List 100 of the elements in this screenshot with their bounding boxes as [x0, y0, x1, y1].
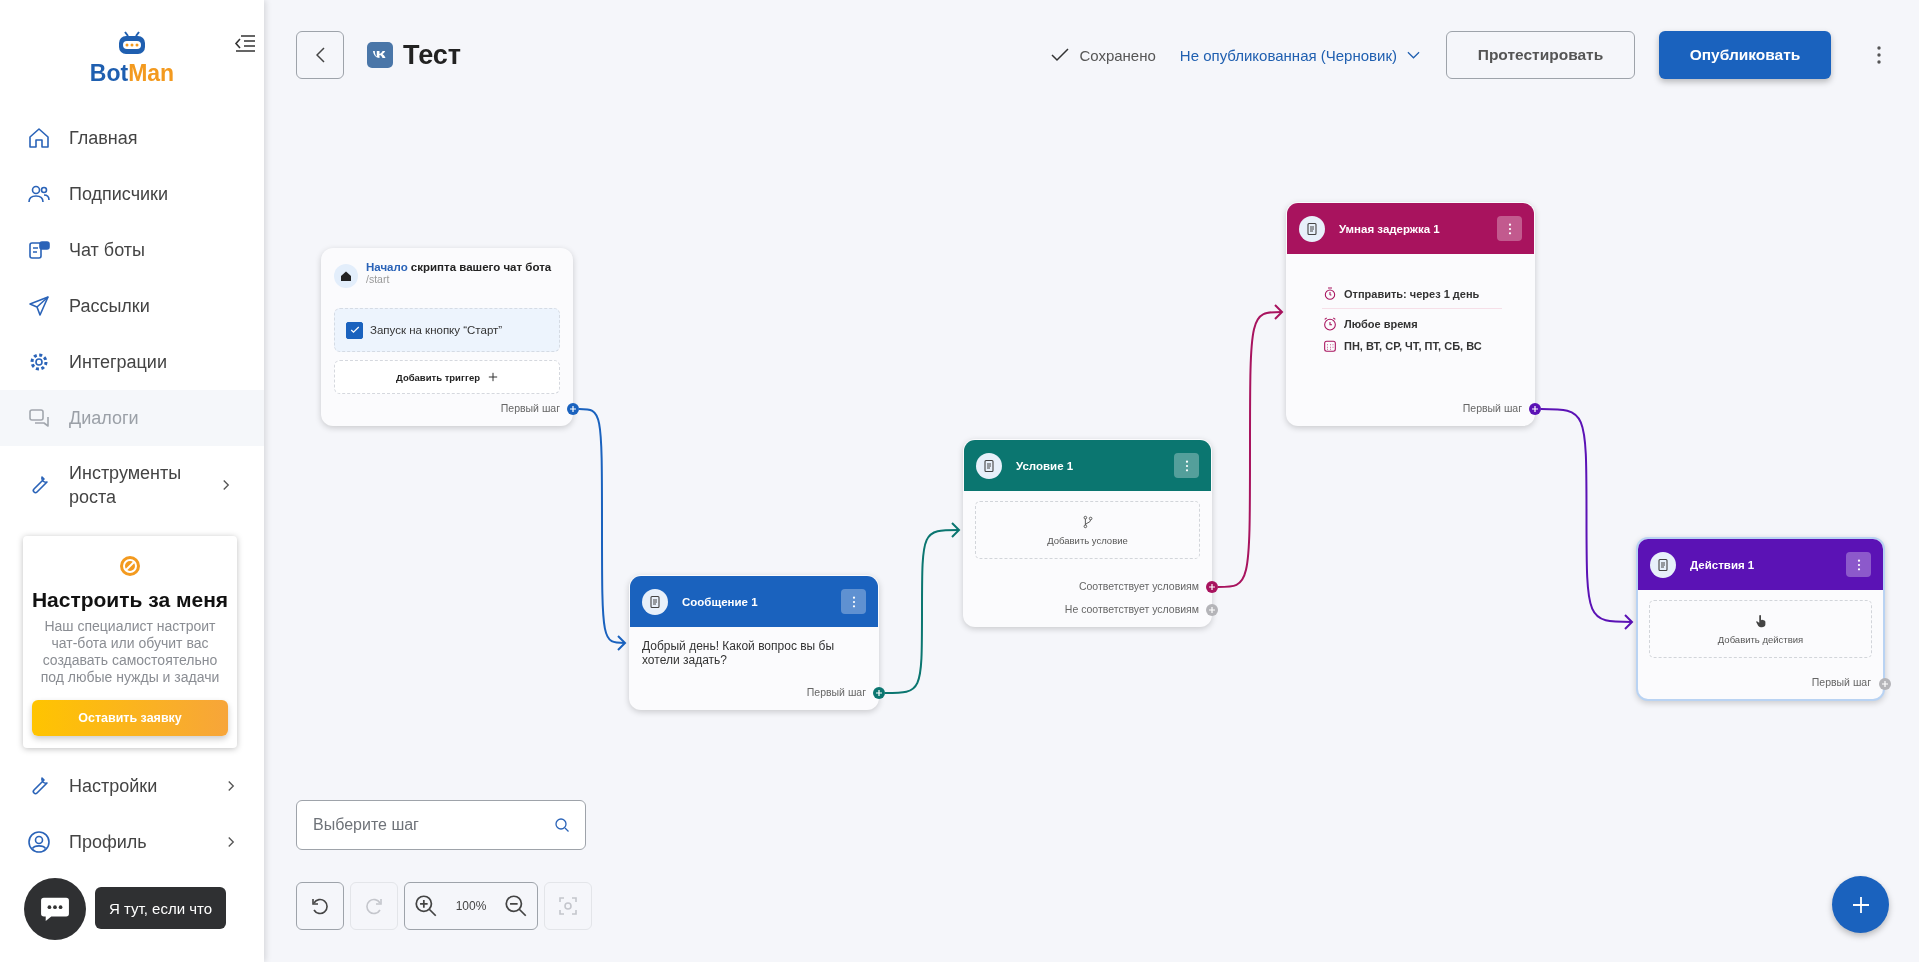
add-port-handle[interactable]: [1879, 678, 1891, 690]
node-title: Умная задержка 1: [1339, 222, 1441, 235]
more-vertical-icon: [851, 595, 856, 608]
port-label: Первый шаг: [500, 401, 560, 414]
nav-label: Профиль: [69, 831, 148, 854]
nav-label: Настройки: [69, 775, 159, 798]
check-icon: [348, 324, 361, 336]
checkbox[interactable]: [346, 321, 363, 339]
node-title: Сообщение 1: [682, 595, 759, 608]
nav-label: Инструменты роста: [69, 462, 183, 509]
chat-bubble-icon: [40, 896, 70, 922]
home-icon: [27, 126, 51, 150]
node-title: Начало скрипта вашего чат бота: [366, 261, 552, 273]
check-icon: [1051, 48, 1070, 62]
condition-node[interactable]: Условие 1 Добавить условие Соответствует условиям Не соответствует условиям: [963, 439, 1212, 627]
nav-item[interactable]: Настройки: [0, 758, 264, 814]
add-port-handle[interactable]: [1529, 403, 1541, 415]
plus-icon: [487, 372, 498, 382]
trigger-label: Запуск на кнопку “Старт”: [370, 324, 503, 336]
focus-icon: [556, 894, 580, 918]
promo-title: Настроить за меня: [31, 588, 229, 612]
add-condition-button[interactable]: Добавить условие: [975, 501, 1200, 559]
step-search-field[interactable]: Выберите шаг: [296, 800, 586, 850]
action-node[interactable]: Действия 1 Добавить действия Первый шаг: [1636, 537, 1885, 701]
send-icon: [27, 294, 51, 318]
robot-logo-icon: [116, 30, 148, 56]
node-menu-button[interactable]: [1846, 552, 1871, 577]
nav-label: Подписчики: [69, 183, 170, 206]
add-port-handle[interactable]: [567, 403, 579, 415]
chat-tooltip: Я тут, если что: [95, 887, 227, 929]
command-text: /start: [366, 273, 391, 285]
node-menu-button[interactable]: [841, 589, 866, 614]
trigger-item[interactable]: Запуск на кнопку “Старт”: [334, 308, 560, 352]
zoom-out-icon[interactable]: [502, 893, 529, 919]
document-icon: [1299, 215, 1325, 242]
nav-label: Интеграции: [69, 351, 168, 374]
add-port-handle[interactable]: [1206, 604, 1218, 616]
branch-icon: [1080, 514, 1095, 529]
more-vertical-icon: [1877, 46, 1881, 64]
publish-status-dropdown[interactable]: Не опубликованная (Черновик): [1179, 46, 1420, 64]
more-vertical-icon: [1507, 222, 1512, 235]
more-vertical-icon: [1184, 459, 1189, 472]
pointer-hand-icon: [1753, 613, 1768, 628]
more-vertical-icon: [1856, 558, 1861, 571]
chevron-left-icon: [315, 47, 325, 63]
add-action-button[interactable]: Добавить действия: [1649, 600, 1872, 658]
undo-button[interactable]: [296, 882, 344, 930]
nav-label: Рассылки: [69, 295, 151, 318]
nav-label: Главная: [69, 127, 139, 150]
delay-setting: Отправить: через 1 день: [1344, 288, 1480, 300]
nav-label: Чат боты: [69, 239, 146, 262]
collapse-menu-icon[interactable]: [234, 34, 256, 52]
user-icon: [27, 830, 51, 854]
delay-setting: ПН, ВТ, СР, ЧТ, ПТ, СБ, ВС: [1344, 340, 1482, 352]
add-trigger-button[interactable]: Добавить триггер: [334, 360, 560, 394]
nav-item[interactable]: Чат боты: [0, 222, 264, 278]
caret-down-icon: [1407, 51, 1420, 59]
message-text: Добрый день! Какой вопрос вы бы хотели задать?: [641, 638, 836, 667]
add-condition-label: Добавить условие: [1047, 534, 1128, 546]
home-icon: [334, 264, 358, 288]
zoom-level: 100%: [455, 899, 487, 913]
vk-logo-icon: [367, 42, 393, 68]
add-step-button[interactable]: [1832, 876, 1889, 933]
add-port-handle[interactable]: [1206, 581, 1218, 593]
node-menu-button[interactable]: [1497, 216, 1522, 241]
nav-item[interactable]: Профиль: [0, 814, 264, 870]
delay-node[interactable]: Умная задержка 1 Отправить: через 1 день Любое время ПН, ВТ, СР, ЧТ, ПТ, СБ, ВС Первый шаг: [1286, 202, 1535, 426]
port-label: Соответствует условиям: [1078, 579, 1199, 592]
nav-item[interactable]: Инструменты роста: [0, 446, 264, 524]
port-label: Первый шаг: [1462, 401, 1522, 414]
start-node[interactable]: Начало скрипта вашего чат бота /start Запуск на кнопку “Старт” Добавить триггер Первый шаг: [321, 248, 573, 426]
page-title: Тест: [403, 39, 462, 71]
chat-icon: [27, 406, 51, 430]
nav-label: Диалоги: [69, 407, 140, 430]
port-label: Первый шаг: [806, 685, 866, 698]
delay-setting: Любое время: [1344, 318, 1418, 330]
alarm-clock-icon: [1322, 316, 1338, 332]
save-status: Сохранено: [1079, 46, 1156, 64]
promo-text: Наш специалист настроит чат-бота или обучит вас создавать самостоятельно под любые нужды и задачи: [39, 618, 221, 686]
document-icon: [1650, 551, 1676, 578]
timer-icon: [1322, 286, 1338, 302]
node-menu-button[interactable]: [1174, 453, 1199, 478]
add-action-label: Добавить действия: [1717, 633, 1804, 645]
document-icon: [642, 588, 668, 615]
add-port-handle[interactable]: [873, 687, 885, 699]
test-button[interactable]: Протестировать: [1446, 31, 1635, 79]
plus-icon: [1850, 894, 1871, 915]
message-node[interactable]: Сообщение 1 Добрый день! Какой вопрос вы бы хотели задать? Первый шаг: [629, 575, 879, 710]
calendar-icon: [1322, 338, 1338, 354]
nav-item[interactable]: Подписчики: [0, 166, 264, 222]
nav-item[interactable]: Интеграции: [0, 334, 264, 390]
nav-item[interactable]: Рассылки: [0, 278, 264, 334]
document-icon: [976, 452, 1002, 479]
node-title: Условие 1: [1016, 459, 1075, 472]
publish-button[interactable]: Опубликовать: [1659, 31, 1831, 79]
logo-text: BotMan: [89, 60, 175, 87]
search-icon: [554, 817, 570, 833]
port-label: Первый шаг: [1811, 675, 1871, 688]
nav-item[interactable]: Главная: [0, 110, 264, 166]
node-title: Действия 1: [1690, 558, 1756, 571]
